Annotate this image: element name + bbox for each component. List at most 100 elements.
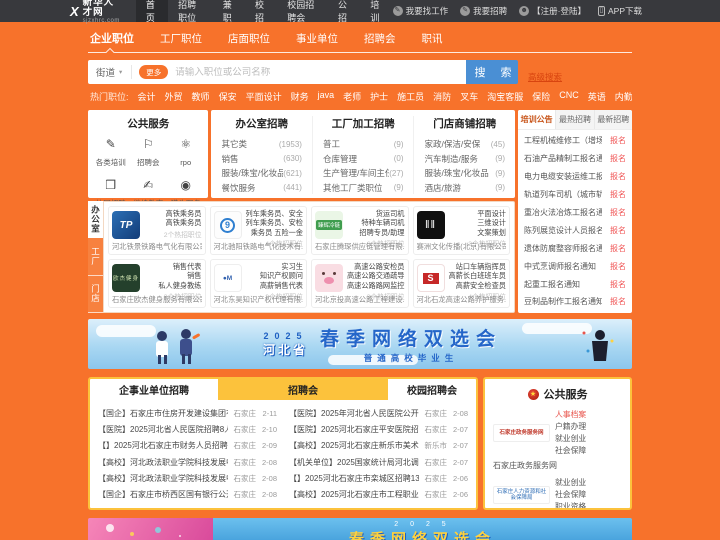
apply-link[interactable]: 报名 bbox=[610, 207, 626, 218]
subnav-job-fair[interactable]: 招聘会 bbox=[364, 31, 396, 46]
company-card[interactable]: 欧杰健身 销售代表 销售 私人健身教练 3个热招职位 石家庄欧杰健身服务有限公司 bbox=[108, 259, 206, 308]
news-title-link[interactable]: 【高校】2025河北石家庄市工程职业学院— bbox=[289, 489, 419, 500]
app-download-link[interactable]: ▯ APP下载 bbox=[597, 5, 642, 17]
job-title-link[interactable]: 私人健身教练 bbox=[143, 281, 201, 290]
company-name[interactable]: 石家庄腾琛供应链管理有限... bbox=[315, 242, 405, 252]
hot-job-link[interactable]: java bbox=[318, 90, 335, 103]
training-title-link[interactable]: 陈列展览设计人员报名... bbox=[524, 225, 602, 236]
job-title-link[interactable]: 高铁乘务员 bbox=[143, 209, 202, 218]
news-title-link[interactable]: 【】2025河北石家庄市栾城区招聘131— bbox=[289, 473, 419, 484]
spring-fair-banner[interactable]: 2025 河北省 春季网络双选会 普通高校毕业生 bbox=[88, 319, 632, 369]
more-tag-button[interactable]: 更多 bbox=[139, 65, 169, 79]
news-title-link[interactable]: 【】2025河北石家庄市财务人员招聘1— bbox=[98, 440, 228, 451]
training-title-link[interactable]: 石油产品精制工报名通知 bbox=[524, 153, 602, 164]
hot-job-link[interactable]: 平面设计 bbox=[246, 90, 282, 103]
gov-service-link[interactable]: 就业创业 bbox=[555, 433, 586, 445]
subnav-job-news[interactable]: 职讯 bbox=[422, 31, 443, 46]
search-input[interactable] bbox=[175, 66, 458, 78]
nav-jobs[interactable]: 招聘职位 bbox=[168, 0, 213, 23]
company-name[interactable]: 河北石龙高速公路养护服务... bbox=[417, 295, 507, 305]
company-name[interactable]: 河北铁景铁路电气化有限公司 bbox=[112, 242, 202, 252]
tab-store[interactable]: 门店 bbox=[88, 275, 103, 313]
job-title-link[interactable]: 销售代表 bbox=[143, 262, 202, 271]
category-link[interactable]: 其它类 (1953) bbox=[221, 137, 302, 152]
hot-job-link[interactable]: 内勤 bbox=[615, 90, 632, 103]
find-job-link[interactable]: ✎ 我要找工作 bbox=[392, 5, 448, 17]
category-link[interactable]: 仓库管理 (0) bbox=[323, 152, 404, 167]
service-trainings[interactable]: ✎ 各类培训 bbox=[92, 137, 129, 170]
hot-job-link[interactable]: 消防 bbox=[433, 90, 451, 103]
job-title-link[interactable]: 招聘专员/助理 bbox=[346, 228, 404, 237]
job-title-link[interactable]: 知识产权顾问 bbox=[245, 271, 303, 280]
job-title-link[interactable]: 货运司机 bbox=[346, 209, 405, 218]
company-name[interactable]: 河北驰阳铁路电气化技术有... bbox=[214, 242, 304, 252]
news-title-link[interactable]: 【医院】2025河北石家庄平安医院招聘36— bbox=[289, 424, 419, 435]
gov-service-link[interactable]: 户籍办理 bbox=[555, 421, 586, 433]
training-title-link[interactable]: 工程机械维修工（增场... bbox=[524, 135, 602, 146]
tab-hottest-jobs[interactable]: 最热招聘 bbox=[555, 110, 593, 129]
tab-training-notices[interactable]: 培训公告 bbox=[518, 110, 556, 129]
job-title-link[interactable]: 列车乘务员、安全 bbox=[245, 209, 303, 218]
region-selector[interactable]: 街道 ▾ bbox=[96, 65, 133, 79]
gov-service-link[interactable]: 社会保障 bbox=[555, 489, 586, 501]
job-title-link[interactable]: 实习生 bbox=[245, 262, 303, 271]
hot-job-link[interactable]: 老师 bbox=[343, 90, 361, 103]
tab-office[interactable]: 办公室 bbox=[88, 201, 103, 239]
nav-campus-fair[interactable]: 校园招聘会 bbox=[277, 0, 328, 23]
job-title-link[interactable]: 乘务员 五险一金 bbox=[245, 228, 303, 237]
nav-parttime[interactable]: 兼职 bbox=[213, 0, 245, 23]
apply-link[interactable]: 报名 bbox=[610, 261, 626, 272]
company-card[interactable]: 臻辉冷链 货运司机 特种车辆司机 招聘专员/助理 6个热招职位 石家庄腾琛供应链… bbox=[311, 206, 409, 255]
nav-home[interactable]: 首页 bbox=[135, 0, 169, 23]
apply-link[interactable]: 报名 bbox=[610, 243, 626, 254]
category-link[interactable]: 家政/保洁/安保 (45) bbox=[424, 137, 505, 152]
company-card[interactable]: ‖‖ 平面设计 三维设计 文案策划 3个热招职位 赛洲文化传播(北京)有限公司 bbox=[412, 206, 510, 255]
subnav-factory-jobs[interactable]: 工厂职位 bbox=[160, 31, 202, 46]
category-link[interactable]: 销售 (630) bbox=[221, 152, 302, 167]
category-link[interactable]: 汽车制造/服务 (9) bbox=[424, 152, 505, 167]
gov-service-link[interactable]: 职业资格 bbox=[555, 501, 586, 508]
hot-job-link[interactable]: 英语 bbox=[588, 90, 606, 103]
news-title-link[interactable]: 【高校】河北政法职业学院科技发展中心— bbox=[98, 457, 228, 468]
training-title-link[interactable]: 遗体防腐整容师报名通知 bbox=[524, 243, 602, 254]
job-title-link[interactable]: 平面设计 bbox=[448, 209, 506, 218]
category-link[interactable]: 餐饮服务 (441) bbox=[221, 181, 302, 196]
news-title-link[interactable]: 【高校】河北政法职业学院科技发展中心— bbox=[98, 473, 228, 484]
apply-link[interactable]: 报名 bbox=[610, 225, 626, 236]
news-title-link[interactable]: 【医院】2025年河北省人民医院公开招聘— bbox=[289, 408, 419, 419]
training-title-link[interactable]: 轨道列车司机（城市轨... bbox=[524, 189, 602, 200]
job-title-link[interactable]: 站口车辆指挥员 bbox=[448, 262, 506, 271]
job-title-link[interactable]: 高速公路安检员 bbox=[346, 262, 404, 271]
post-job-link[interactable]: ✎ 我要招聘 bbox=[460, 5, 507, 17]
apply-link[interactable]: 报名 bbox=[610, 189, 626, 200]
category-link[interactable]: 酒店/旅游 (9) bbox=[424, 181, 505, 196]
category-link[interactable]: 普工 (9) bbox=[323, 137, 404, 152]
company-name[interactable]: 河北东昊知识产权代理有限... bbox=[214, 295, 304, 305]
gov-service-link[interactable]: 社会保障 bbox=[555, 445, 586, 457]
hot-job-link[interactable]: 教师 bbox=[192, 90, 210, 103]
training-title-link[interactable]: 起重工报名通知 bbox=[524, 279, 580, 290]
company-name[interactable]: 赛洲文化传播(北京)有限公司 bbox=[417, 242, 507, 252]
company-card[interactable]: 高速公路安检员 高速公路交通疏导 高速公路路网监控 3个热招职位 河北京投高速公… bbox=[311, 259, 409, 308]
hot-job-link[interactable]: 保险 bbox=[532, 90, 550, 103]
gov-site-logo[interactable]: 石家庄人力资源和社会保障局 bbox=[493, 486, 550, 505]
nav-training[interactable]: 培训 bbox=[360, 0, 392, 23]
job-title-link[interactable]: 特种车辆司机 bbox=[346, 218, 404, 227]
service-rpo[interactable]: ⚛ rpo bbox=[167, 137, 204, 170]
hot-job-link[interactable]: 保安 bbox=[219, 90, 237, 103]
gov-service-link[interactable]: 就业创业 bbox=[555, 477, 586, 489]
company-card[interactable]: S 站口车辆指挥员 高薪长白班班车员 高薪安全检查员 4个热招职位 河北石龙高速… bbox=[412, 259, 510, 308]
search-button[interactable]: 搜 索 bbox=[466, 60, 518, 84]
news-title-link[interactable]: 【高校】2025河北石家庄新乐市美术学院— bbox=[289, 440, 419, 451]
category-link[interactable]: 其他工厂类职位 (9) bbox=[323, 181, 404, 196]
apply-link[interactable]: 报名 bbox=[610, 279, 626, 290]
training-title-link[interactable]: 重冶火法冶炼工报名通知 bbox=[524, 207, 602, 218]
job-title-link[interactable]: 销售 bbox=[143, 271, 201, 280]
tab-campus-fairs[interactable]: 校园招聘会 bbox=[388, 379, 476, 400]
company-card[interactable]: 9 列车乘务员、安全 列车乘务员、安检 乘务员 五险一金 4个热招职位 河北驰阳… bbox=[209, 206, 307, 255]
company-name[interactable]: 石家庄欧杰健身服务有限公司 bbox=[112, 295, 202, 305]
category-link[interactable]: 服装/珠宝/化妆品 (621) bbox=[221, 166, 302, 181]
job-title-link[interactable]: 列车乘务员、安检 bbox=[245, 218, 303, 227]
training-title-link[interactable]: 电力电缆安装运维工报... bbox=[524, 171, 602, 182]
job-title-link[interactable]: 三维设计 bbox=[448, 218, 506, 227]
